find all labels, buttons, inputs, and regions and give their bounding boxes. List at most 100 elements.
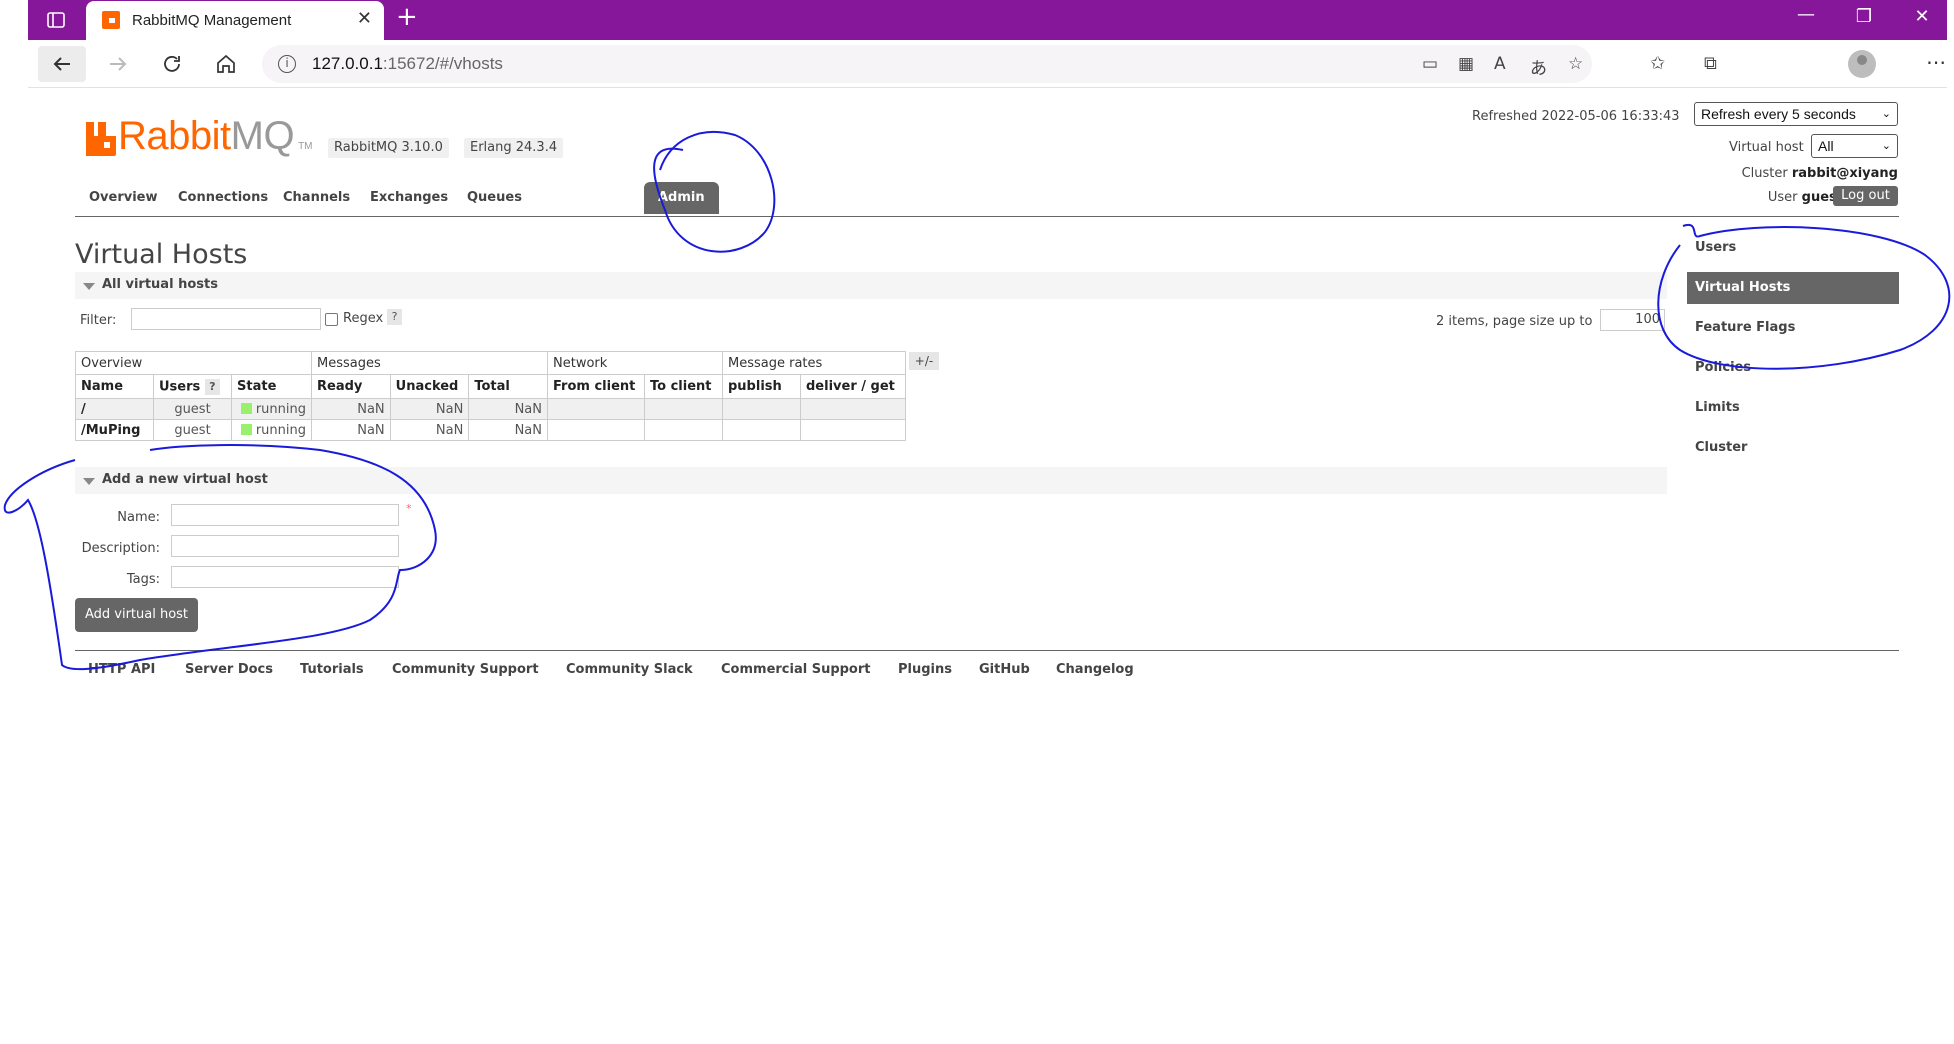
tab-actions-icon[interactable]	[46, 10, 66, 30]
tabs-divider	[75, 216, 1899, 217]
col-users[interactable]: Users ?	[153, 374, 232, 399]
table-row[interactable]: /MuPing guest running NaN NaN NaN	[75, 419, 906, 441]
browser-tab[interactable]: RabbitMQ Management ✕	[86, 1, 384, 40]
column-toggle-button[interactable]: +/-	[909, 352, 939, 370]
tab-channels[interactable]: Channels	[269, 182, 364, 214]
reload-button[interactable]	[148, 46, 196, 82]
users-help-icon[interactable]: ?	[204, 378, 220, 395]
col-to-client[interactable]: To client	[644, 374, 723, 399]
vhost-name-link[interactable]: /MuPing	[75, 419, 154, 441]
tab-close-icon[interactable]: ✕	[357, 10, 372, 28]
col-total[interactable]: Total	[468, 374, 548, 399]
vhost-unacked: NaN	[389, 419, 470, 441]
app-available-icon[interactable]: ▭	[1422, 54, 1438, 74]
all-vhosts-section-toggle[interactable]: All virtual hosts	[75, 272, 1667, 299]
table-row[interactable]: / guest running NaN NaN NaN	[75, 398, 906, 420]
vhost-name-link[interactable]: /	[75, 398, 154, 420]
url-text[interactable]: 127.0.0.1:15672/#/vhosts	[312, 54, 503, 74]
footer-link-changelog[interactable]: Changelog	[1056, 662, 1134, 677]
home-button[interactable]	[202, 46, 250, 82]
regex-help-icon[interactable]: ?	[387, 309, 402, 325]
address-bar[interactable]: i 127.0.0.1:15672/#/vhosts ▭ ▦ A あ ☆	[262, 45, 1592, 83]
virtual-host-select[interactable]: All ⌄	[1811, 134, 1898, 158]
footer-link-server-docs[interactable]: Server Docs	[185, 662, 273, 677]
collections-icon[interactable]: ⧉	[1704, 53, 1717, 74]
col-ready[interactable]: Ready	[311, 374, 391, 399]
collapse-triangle-icon	[83, 283, 95, 290]
add-vhost-section-toggle[interactable]: Add a new virtual host	[75, 467, 1667, 494]
arrow-right-icon	[110, 57, 127, 71]
rabbitmq-version-badge: RabbitMQ 3.10.0	[328, 138, 449, 158]
tab-title: RabbitMQ Management	[132, 12, 292, 29]
page-size-input[interactable]: 100	[1600, 309, 1665, 331]
tab-overview[interactable]: Overview	[75, 182, 172, 214]
footer-link-community-slack[interactable]: Community Slack	[566, 662, 693, 677]
description-label: Description:	[81, 541, 160, 556]
more-options-icon[interactable]: ⋯	[1926, 50, 1946, 74]
footer-link-commercial-support[interactable]: Commercial Support	[721, 662, 871, 677]
qr-code-icon[interactable]: ▦	[1458, 54, 1474, 74]
sidebar-item-users[interactable]: Users	[1687, 232, 1899, 264]
site-info-icon[interactable]: i	[278, 55, 296, 73]
chevron-down-icon: ⌄	[1881, 108, 1891, 120]
refreshed-timestamp: Refreshed 2022-05-06 16:33:43	[1472, 109, 1680, 124]
vhost-publish	[722, 398, 801, 420]
col-state[interactable]: State	[231, 374, 312, 399]
vhost-from-client	[547, 398, 645, 420]
home-icon	[217, 54, 235, 73]
vhost-name-input[interactable]	[171, 504, 399, 526]
col-deliver-get[interactable]: deliver / get	[800, 374, 906, 399]
profile-avatar-icon[interactable]	[1848, 50, 1876, 78]
footer-link-tutorials[interactable]: Tutorials	[300, 662, 364, 677]
footer-link-http-api[interactable]: HTTP API	[88, 662, 155, 677]
group-header-overview: Overview	[75, 351, 312, 375]
left-gutter	[0, 0, 28, 1044]
back-button[interactable]	[38, 46, 86, 82]
minimize-button[interactable]: —	[1791, 4, 1821, 25]
read-aloud-icon[interactable]: A	[1494, 54, 1506, 74]
vhost-state: running	[231, 419, 312, 441]
sidebar-item-virtual-hosts[interactable]: Virtual Hosts	[1687, 272, 1899, 304]
sidebar-item-cluster[interactable]: Cluster	[1687, 432, 1899, 464]
footer-link-community-support[interactable]: Community Support	[392, 662, 539, 677]
sidebar-item-policies[interactable]: Policies	[1687, 352, 1899, 384]
add-favorite-icon[interactable]: ☆	[1568, 54, 1583, 74]
vhost-publish	[722, 419, 801, 441]
tab-queues[interactable]: Queues	[453, 182, 536, 214]
col-from-client[interactable]: From client	[547, 374, 645, 399]
refresh-interval-select[interactable]: Refresh every 5 seconds ⌄	[1694, 102, 1898, 126]
footer-link-github[interactable]: GitHub	[979, 662, 1030, 677]
sidebar-item-limits[interactable]: Limits	[1687, 392, 1899, 424]
vhost-total: NaN	[468, 398, 548, 420]
footer-link-plugins[interactable]: Plugins	[898, 662, 952, 677]
rabbitmq-logo[interactable]: RabbitMQ TM	[86, 116, 313, 156]
group-header-message-rates: Message rates	[722, 351, 906, 375]
vhost-deliver-get	[800, 398, 906, 420]
new-tab-button[interactable]: +	[396, 4, 418, 30]
collapse-triangle-icon	[83, 478, 95, 485]
tab-connections[interactable]: Connections	[164, 182, 282, 214]
col-publish[interactable]: publish	[722, 374, 801, 399]
table-column-header-row: Name Users ? State Ready Unacked Total F…	[75, 374, 906, 399]
filter-input[interactable]	[131, 308, 321, 330]
favorites-icon[interactable]: ✩	[1650, 53, 1665, 74]
regex-checkbox[interactable]	[325, 313, 338, 326]
tab-admin[interactable]: Admin	[644, 182, 719, 214]
sidebar-item-feature-flags[interactable]: Feature Flags	[1687, 312, 1899, 344]
add-virtual-host-button[interactable]: Add virtual host	[75, 598, 198, 632]
vhost-to-client	[644, 398, 723, 420]
section-label: All virtual hosts	[102, 277, 218, 292]
vhost-tags-input[interactable]	[171, 566, 399, 588]
arrow-left-icon	[53, 57, 70, 71]
restore-button[interactable]: ❐	[1849, 6, 1879, 27]
logout-button[interactable]: Log out	[1833, 186, 1898, 206]
window-close-button[interactable]: ✕	[1907, 6, 1937, 27]
name-label: Name:	[117, 510, 160, 525]
forward-button[interactable]	[94, 46, 142, 82]
translate-icon[interactable]: あ	[1530, 54, 1547, 79]
col-unacked[interactable]: Unacked	[389, 374, 470, 399]
virtual-host-label: Virtual host	[1729, 140, 1804, 155]
vhost-description-input[interactable]	[171, 535, 399, 557]
col-name[interactable]: Name	[75, 374, 154, 399]
tab-exchanges[interactable]: Exchanges	[356, 182, 462, 214]
